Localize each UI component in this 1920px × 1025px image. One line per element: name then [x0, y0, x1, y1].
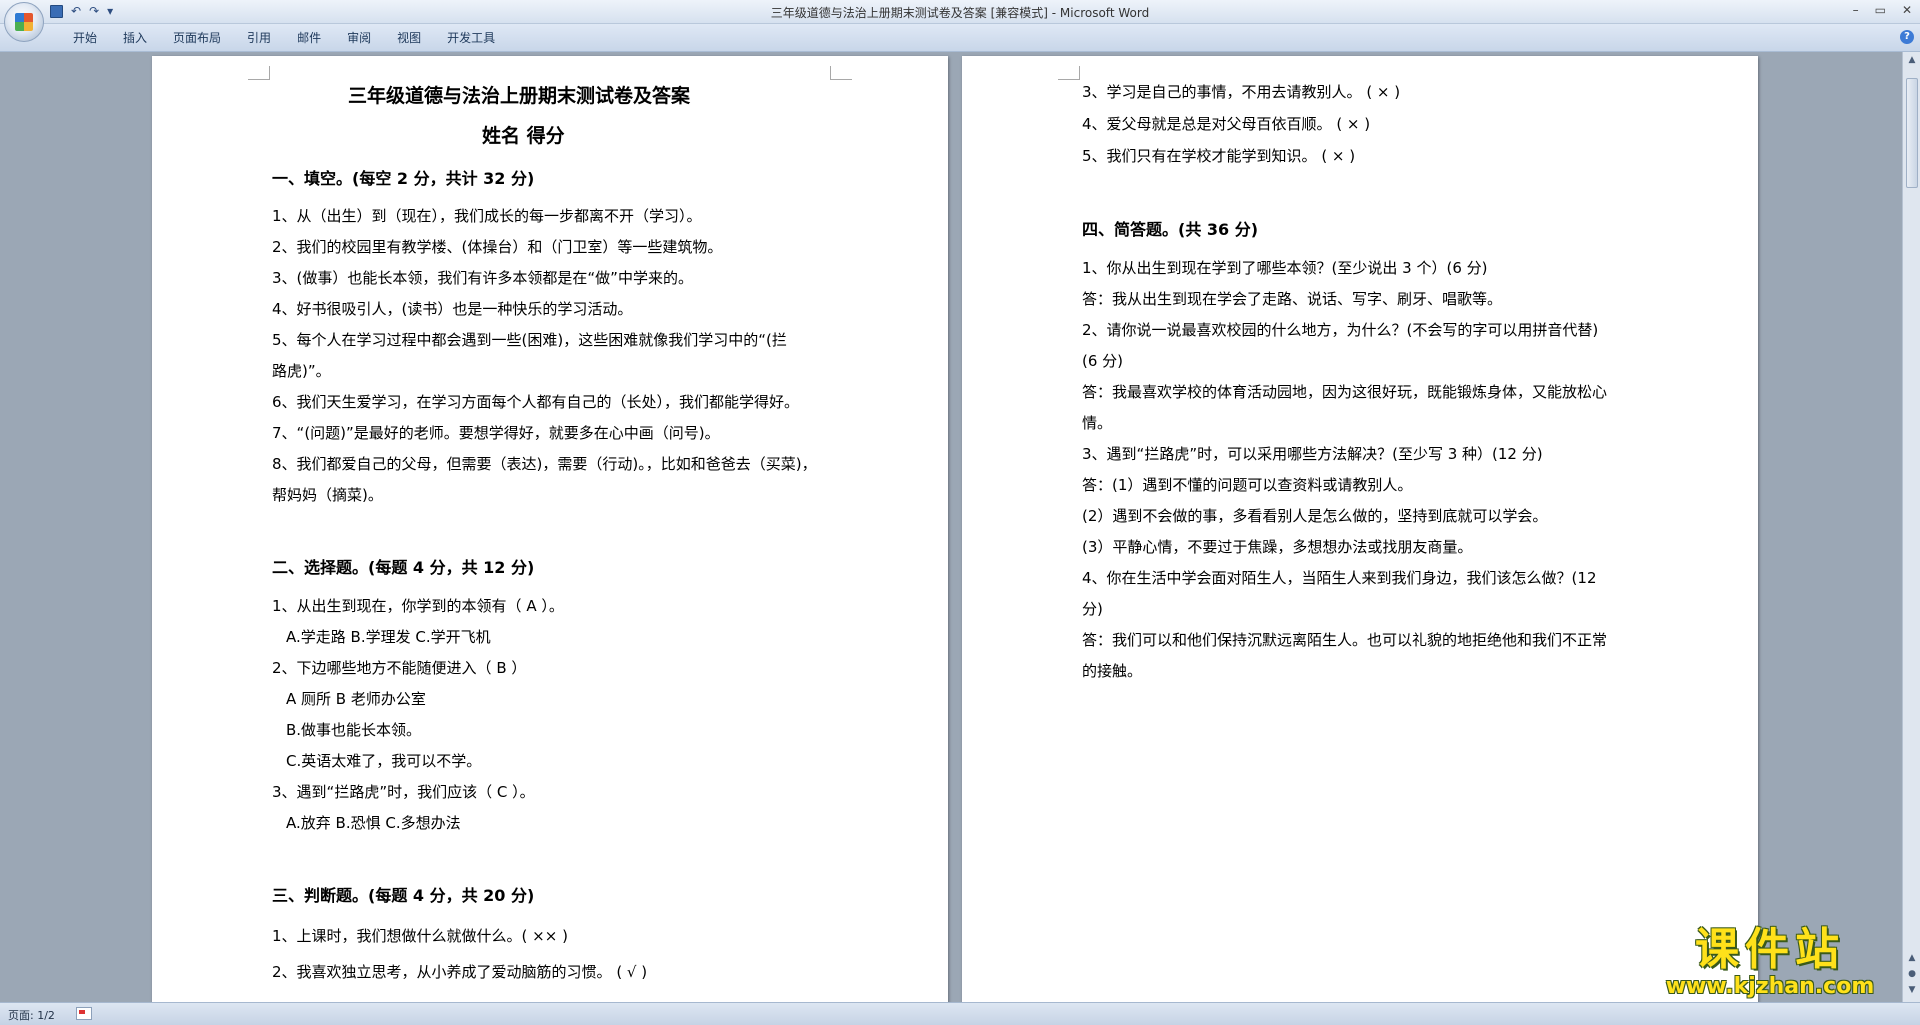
ribbon-tabs: 开始 插入 页面布局 引用 邮件 审阅 视图 开发工具	[60, 30, 508, 46]
tab-developer[interactable]: 开发工具	[434, 30, 508, 46]
maximize-icon[interactable]: ▭	[1875, 3, 1886, 17]
close-icon[interactable]: ✕	[1902, 3, 1912, 17]
next-page-icon[interactable]: ▼	[1906, 984, 1918, 996]
window-title: 三年级道德与法治上册期末测试卷及答案 [兼容模式] - Microsoft Wo…	[770, 6, 1150, 20]
question-line: 8、我们都爱自己的父母，但需要（表达)，需要（行动)。，比如和爸爸去（买菜)，	[272, 455, 817, 473]
window-controls: – ▭ ✕	[1853, 3, 1912, 17]
question-line: 5、每个人在学习过程中都会遇到一些(困难)，这些困难就像我们学习中的“(拦	[272, 331, 787, 349]
answer-line: (3）平静心情，不要过于焦躁，多想想办法或找朋友商量。	[1082, 538, 1473, 556]
section-heading: 四、简答题。(共 36 分)	[1082, 220, 1259, 239]
question-line: 1、你从出生到现在学到了哪些本领？(至少说出 3 个）(6 分)	[1082, 259, 1488, 277]
proofing-icon[interactable]	[76, 1007, 92, 1020]
question-line: 2、我们的校园里有教学楼、(体操台）和（门卫室）等一些建筑物。	[272, 238, 723, 256]
question-line: (6 分)	[1082, 352, 1124, 370]
question-line: 2、我喜欢独立思考，从小养成了爱动脑筋的习惯。 ( √ )	[272, 963, 648, 981]
title-bar: ↶ ↷ ▾ 三年级道德与法治上册期末测试卷及答案 [兼容模式] - Micros…	[0, 0, 1920, 42]
office-logo-icon	[15, 13, 33, 31]
question-line: 1、上课时，我们想做什么就做什么。( ×× )	[272, 927, 568, 945]
office-button[interactable]	[4, 2, 44, 42]
tab-mailings[interactable]: 邮件	[284, 30, 334, 46]
option-line: A.放弃 B.恐惧 C.多想办法	[286, 814, 461, 832]
minimize-icon[interactable]: –	[1853, 3, 1859, 17]
document-page-2[interactable]: 3、学习是自己的事情，不用去请教别人。 ( × ) 4、爱父母就是总是对父母百依…	[962, 56, 1758, 1002]
watermark-url: www.kjzhan.com	[1665, 974, 1875, 999]
scroll-thumb[interactable]	[1906, 78, 1918, 188]
question-line: 2、下边哪些地方不能随便进入（ B ）	[272, 659, 527, 677]
answer-line: (2）遇到不会做的事，多看看别人是怎么做的，坚持到底就可以学会。	[1082, 507, 1548, 525]
section-heading: 三、判断题。(每题 4 分，共 20 分)	[272, 886, 535, 905]
tab-home[interactable]: 开始	[60, 30, 110, 46]
document-title: 三年级道德与法治上册期末测试卷及答案	[348, 85, 691, 107]
answer-line: 答：我从出生到现在学会了走路、说话、写字、刷牙、唱歌等。	[1082, 290, 1503, 308]
option-line: B.做事也能长本领。	[286, 721, 422, 739]
option-line: C.英语太难了，我可以不学。	[286, 752, 482, 770]
question-line: 3、遇到“拦路虎”时，我们应该（ C ）。	[272, 783, 535, 801]
question-line: 3、遇到“拦路虎”时，可以采用哪些方法解决？(至少写 3 种）(12 分)	[1082, 445, 1543, 463]
answer-line: 答：(1）遇到不懂的问题可以查资料或请教别人。	[1082, 476, 1413, 494]
question-line: 2、请你说一说最喜欢校园的什么地方，为什么？(不会写的字可以用拼音代替)	[1082, 321, 1599, 339]
question-line: 4、爱父母就是总是对父母百依百顺。 ( × )	[1082, 115, 1371, 133]
watermark-title: 课件站	[1695, 924, 1845, 975]
scroll-up-icon[interactable]: ▲	[1906, 54, 1918, 66]
ribbon: 开始 插入 页面布局 引用 邮件 审阅 视图 开发工具 ?	[0, 24, 1920, 52]
help-icon[interactable]: ?	[1900, 30, 1914, 44]
tab-view[interactable]: 视图	[384, 30, 434, 46]
answer-line: 情。	[1082, 414, 1113, 432]
crop-mark	[248, 66, 270, 80]
question-line: 3、学习是自己的事情，不用去请教别人。 ( × )	[1082, 83, 1401, 101]
question-line: 4、好书很吸引人，(读书）也是一种快乐的学习活动。	[272, 300, 633, 318]
question-line: 5、我们只有在学校才能学到知识。 ( × )	[1082, 147, 1356, 165]
answer-line: 的接触。	[1082, 662, 1143, 680]
question-line: 6、我们天生爱学习，在学习方面每个人都有自己的（长处），我们都能学得好。	[272, 393, 800, 411]
document-page-1[interactable]: 三年级道德与法治上册期末测试卷及答案 姓名 得分 一、填空。(每空 2 分，共计…	[152, 56, 948, 1002]
answer-line: 答：我们可以和他们保持沉默远离陌生人。也可以礼貌的地拒绝他和我们不正常	[1082, 631, 1608, 649]
tab-insert[interactable]: 插入	[110, 30, 160, 46]
site-watermark: 课件站 www.kjzhan.com	[1650, 926, 1890, 1000]
section-heading: 一、填空。(每空 2 分，共计 32 分)	[272, 169, 535, 188]
previous-page-icon[interactable]: ▲	[1906, 952, 1918, 964]
answer-line: 答：我最喜欢学校的体育活动园地，因为这很好玩，既能锻炼身体，又能放松心	[1082, 383, 1608, 401]
page-counter[interactable]: 页面: 1/2	[8, 1007, 55, 1023]
browse-object-icon[interactable]: ●	[1906, 968, 1918, 980]
question-line: 7、“(问题)”是最好的老师。要想学得好，就要多在心中画（问号)。	[272, 424, 720, 442]
question-line: 4、你在生活中学会面对陌生人，当陌生人来到我们身边，我们该怎么做？(12	[1082, 569, 1597, 587]
vertical-scrollbar[interactable]: ▲ ▲ ● ▼	[1902, 52, 1920, 1002]
question-line: 1、从（出生）到（现在），我们成长的每一步都离不开（学习）。	[272, 207, 702, 225]
crop-mark	[830, 66, 852, 80]
document-workspace: 三年级道德与法治上册期末测试卷及答案 姓名 得分 一、填空。(每空 2 分，共计…	[0, 52, 1902, 1002]
option-line: A 厕所 B 老师办公室	[286, 690, 426, 708]
question-line: 3、(做事）也能长本领，我们有许多本领都是在“做”中学来的。	[272, 269, 693, 287]
question-line: 1、从出生到现在，你学到的本领有（ A ）。	[272, 597, 564, 615]
option-line: A.学走路 B.学理发 C.学开飞机	[286, 628, 491, 646]
question-line: 路虎)”。	[272, 362, 331, 380]
status-bar: 页面: 1/2	[0, 1002, 1920, 1025]
tab-page-layout[interactable]: 页面布局	[160, 30, 234, 46]
crop-mark	[1058, 66, 1080, 80]
name-score-line: 姓名 得分	[482, 125, 565, 147]
question-line: 帮妈妈（摘菜)。	[272, 486, 383, 504]
tab-references[interactable]: 引用	[234, 30, 284, 46]
section-heading: 二、选择题。(每题 4 分，共 12 分)	[272, 558, 535, 577]
question-line: 分)	[1082, 600, 1103, 618]
tab-review[interactable]: 审阅	[334, 30, 384, 46]
